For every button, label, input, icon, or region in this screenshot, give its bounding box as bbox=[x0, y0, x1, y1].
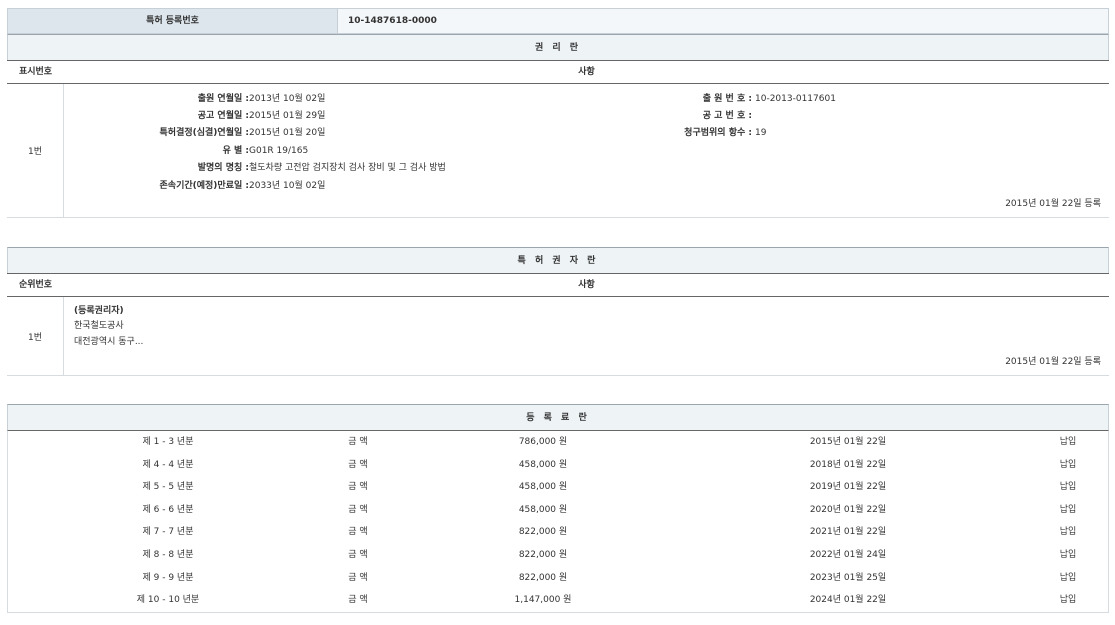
fee-amount: 458,000 원 bbox=[488, 476, 598, 499]
fee-date: 2022년 01월 24일 bbox=[788, 544, 908, 567]
fee-date: 2023년 01월 25일 bbox=[788, 567, 908, 590]
rights-field-key: 발명의 명칭 : bbox=[198, 160, 249, 177]
holder-column-header: 순위번호 사항 bbox=[7, 273, 1109, 297]
rights-field-value: G01R 19/165 bbox=[249, 143, 308, 160]
fee-amount-label: 금 액 bbox=[338, 544, 378, 567]
fee-status: 납입 bbox=[1053, 454, 1083, 477]
holder-col-index: 순위번호 bbox=[7, 274, 64, 296]
fee-year: 제 8 - 8 년분 bbox=[108, 544, 228, 567]
fee-table: 제 1 - 3 년분 금 액 786,000 원 2015년 01월 22일 납… bbox=[7, 430, 1109, 613]
fee-amount-label: 금 액 bbox=[338, 476, 378, 499]
rights-col-details: 사항 bbox=[64, 61, 1109, 83]
rights-field-key: 청구범위의 항수 : bbox=[684, 125, 752, 142]
holder-registered-date: 2015년 01월 22일 등록 bbox=[1005, 354, 1101, 367]
rights-field-value: 2015년 01월 20일 bbox=[249, 125, 325, 142]
rights-field-value: 2015년 01월 29일 bbox=[249, 108, 325, 125]
fee-year: 제 7 - 7 년분 bbox=[108, 521, 228, 544]
fee-amount: 458,000 원 bbox=[488, 499, 598, 522]
rights-section-title: 권 리 란 bbox=[7, 34, 1109, 60]
fee-amount-label: 금 액 bbox=[338, 499, 378, 522]
fee-amount: 822,000 원 bbox=[488, 567, 598, 590]
fee-year: 제 5 - 5 년분 bbox=[108, 476, 228, 499]
fee-status: 납입 bbox=[1053, 567, 1083, 590]
fee-year: 제 4 - 4 년분 bbox=[108, 454, 228, 477]
rights-col-index: 표시번호 bbox=[7, 61, 64, 83]
holder-section-title: 특 허 권 자 란 bbox=[7, 247, 1109, 273]
fee-status: 납입 bbox=[1053, 476, 1083, 499]
rights-registered-date: 2015년 01월 22일 등록 bbox=[1005, 196, 1101, 209]
rights-field-key: 출 원 번 호 : bbox=[703, 91, 752, 108]
holder-entry-index: 1번 bbox=[7, 297, 64, 375]
registration-number: 10-1487618-0000 bbox=[338, 8, 1109, 34]
holder-entry: 1번 (등록권리자) 한국철도공사 대전광역시 동구... 2015년 01월 … bbox=[7, 297, 1109, 376]
fee-section-title: 등 록 료 란 bbox=[7, 404, 1109, 430]
rights-field-value: 철도차량 고전압 검지장치 검사 장비 및 그 검사 방법 bbox=[249, 160, 446, 177]
fee-row: 제 5 - 5 년분 금 액 458,000 원 2019년 01월 22일 납… bbox=[8, 476, 1108, 499]
fee-amount: 786,000 원 bbox=[488, 431, 598, 454]
fee-amount-label: 금 액 bbox=[338, 431, 378, 454]
rights-field-key: 존속기간(예정)만료일 : bbox=[160, 178, 249, 195]
fee-row: 제 4 - 4 년분 금 액 458,000 원 2018년 01월 22일 납… bbox=[8, 454, 1108, 477]
fee-amount: 822,000 원 bbox=[488, 521, 598, 544]
fee-status: 납입 bbox=[1053, 431, 1083, 454]
fee-row: 제 6 - 6 년분 금 액 458,000 원 2020년 01월 22일 납… bbox=[8, 499, 1108, 522]
fee-date: 2020년 01월 22일 bbox=[788, 499, 908, 522]
fee-status: 납입 bbox=[1053, 544, 1083, 567]
fee-amount-label: 금 액 bbox=[338, 567, 378, 590]
rights-field-value: 19 bbox=[755, 125, 766, 142]
fee-date: 2019년 01월 22일 bbox=[788, 476, 908, 499]
fee-amount-label: 금 액 bbox=[338, 589, 378, 612]
fee-row: 제 8 - 8 년분 금 액 822,000 원 2022년 01월 24일 납… bbox=[8, 544, 1108, 567]
rights-field-key: 출원 연월일 : bbox=[198, 91, 249, 108]
rights-field-key: 공 고 번 호 : bbox=[703, 108, 752, 125]
fee-date: 2024년 01월 22일 bbox=[788, 589, 908, 612]
holder-address: 대전광역시 동구... bbox=[74, 334, 143, 351]
rights-field-value: 2013년 10월 02일 bbox=[249, 91, 325, 108]
fee-amount: 1,147,000 원 bbox=[488, 589, 598, 612]
fee-status: 납입 bbox=[1053, 521, 1083, 544]
fee-year: 제 9 - 9 년분 bbox=[108, 567, 228, 590]
holder-col-details: 사항 bbox=[64, 274, 1109, 296]
rights-field-key: 유 별 : bbox=[223, 143, 249, 160]
rights-entry-index: 1번 bbox=[7, 84, 64, 217]
fee-row: 제 7 - 7 년분 금 액 822,000 원 2021년 01월 22일 납… bbox=[8, 521, 1108, 544]
fee-year: 제 6 - 6 년분 bbox=[108, 499, 228, 522]
rights-entry: 1번 출원 연월일 : 2013년 10월 02일 공고 연월일 : 2015년… bbox=[7, 84, 1109, 218]
fee-amount: 822,000 원 bbox=[488, 544, 598, 567]
fee-row: 제 9 - 9 년분 금 액 822,000 원 2023년 01월 25일 납… bbox=[8, 567, 1108, 590]
rights-field-key: 공고 연월일 : bbox=[198, 108, 249, 125]
fee-row: 제 1 - 3 년분 금 액 786,000 원 2015년 01월 22일 납… bbox=[8, 431, 1108, 454]
rights-column-header: 표시번호 사항 bbox=[7, 60, 1109, 84]
fee-date: 2018년 01월 22일 bbox=[788, 454, 908, 477]
fee-amount-label: 금 액 bbox=[338, 454, 378, 477]
fee-row: 제 10 - 10 년분 금 액 1,147,000 원 2024년 01월 2… bbox=[8, 589, 1108, 612]
fee-date: 2021년 01월 22일 bbox=[788, 521, 908, 544]
rights-field-value: 10-2013-0117601 bbox=[755, 91, 836, 108]
fee-year: 제 10 - 10 년분 bbox=[108, 589, 228, 612]
holder-name: 한국철도공사 bbox=[74, 318, 124, 335]
registration-label: 특허 등록번호 bbox=[7, 8, 338, 34]
fee-status: 납입 bbox=[1053, 499, 1083, 522]
fee-amount: 458,000 원 bbox=[488, 454, 598, 477]
rights-field-value: 2033년 10월 02일 bbox=[249, 178, 325, 195]
fee-amount-label: 금 액 bbox=[338, 521, 378, 544]
fee-year: 제 1 - 3 년분 bbox=[108, 431, 228, 454]
fee-status: 납입 bbox=[1053, 589, 1083, 612]
fee-date: 2015년 01월 22일 bbox=[788, 431, 908, 454]
registration-header: 특허 등록번호 10-1487618-0000 bbox=[7, 8, 1109, 34]
rights-field-key: 특허결정(심결)연월일 : bbox=[160, 125, 249, 142]
